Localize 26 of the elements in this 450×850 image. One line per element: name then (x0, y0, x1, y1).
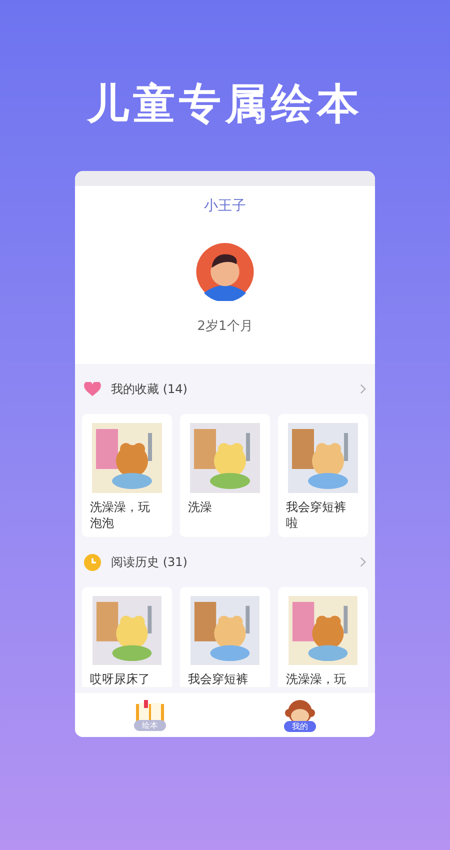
chevron-right-icon[interactable] (360, 557, 366, 567)
book-card[interactable]: 洗澡澡，玩泡泡 (82, 414, 172, 537)
book-card[interactable]: 我会穿短裤 (180, 587, 270, 687)
clock-icon (84, 554, 101, 570)
tab-label: 我的 (284, 720, 316, 732)
nav-tab[interactable]: 我的 (225, 693, 375, 737)
book-card[interactable]: 洗澡澡，玩 (278, 587, 368, 687)
book-card[interactable]: 我会穿短裤啦 (278, 414, 368, 537)
book-title: 洗澡澡，玩泡泡 (90, 499, 151, 531)
headline: 儿童专属绘本 (87, 78, 363, 130)
section-title[interactable]: 阅读历史 (31) (111, 553, 350, 571)
book-card[interactable]: 哎呀尿床了 (82, 587, 172, 687)
chevron-right-icon[interactable] (360, 384, 366, 394)
book-title: 洗澡 (188, 499, 213, 515)
book-title: 我会穿短裤啦 (286, 499, 347, 531)
book-title: 洗澡澡，玩 (286, 671, 347, 687)
child-age: 2岁1个月 (197, 318, 253, 336)
child-name: 小王子 (204, 197, 246, 216)
section-title[interactable]: 我的收藏 (14) (111, 380, 350, 398)
book-title: 哎呀尿床了 (90, 671, 151, 687)
tab-label: 绘本 (134, 720, 166, 730)
book-card[interactable]: 洗澡 (180, 414, 270, 537)
heart-icon (84, 382, 101, 396)
book-icon (135, 700, 165, 724)
avatar (195, 243, 255, 300)
book-title: 我会穿短裤 (188, 671, 249, 687)
